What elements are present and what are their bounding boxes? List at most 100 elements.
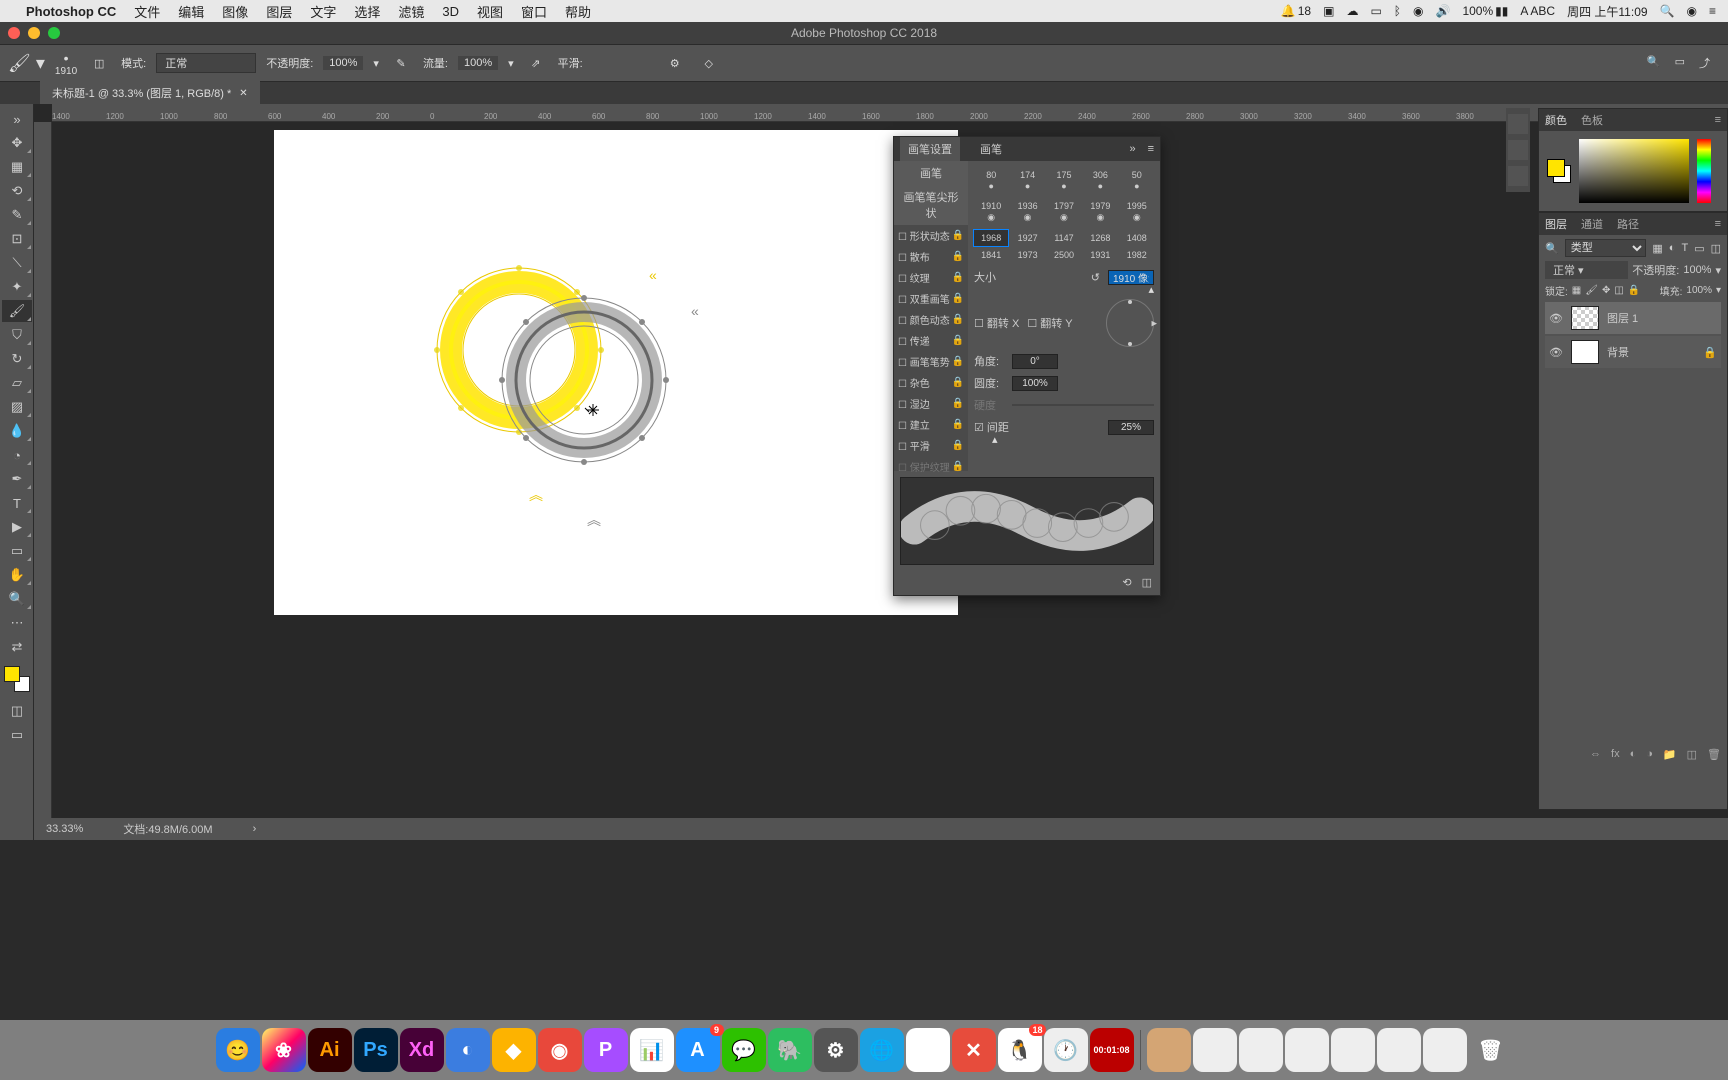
dock-recording[interactable]: 00:01:08: [1090, 1028, 1134, 1072]
dropbox-icon[interactable]: ▣: [1323, 4, 1334, 18]
opt-wet[interactable]: ☐ 湿边🔒: [894, 393, 968, 414]
crop-tool[interactable]: ⊡: [2, 228, 32, 250]
opt-texture[interactable]: ☐ 纹理🔒: [894, 267, 968, 288]
opt-pose[interactable]: ☐ 画笔笔势🔒: [894, 351, 968, 372]
channels-tab[interactable]: 通道: [1581, 216, 1603, 232]
dock-finder[interactable]: 😊: [216, 1028, 260, 1072]
dock-qq-browser[interactable]: ◐: [446, 1028, 490, 1072]
dock-purple-app[interactable]: P: [584, 1028, 628, 1072]
collapse-panel-icon[interactable]: »: [1129, 143, 1135, 155]
dock-file-3[interactable]: [1239, 1028, 1283, 1072]
move-tool[interactable]: ✥: [2, 132, 32, 154]
swap-colors-icon[interactable]: ⇄: [2, 636, 32, 658]
volume-icon[interactable]: 🔊: [1435, 4, 1450, 18]
flow-value[interactable]: 100%: [458, 56, 498, 70]
layer-blend-dropdown[interactable]: 正常 ▾: [1545, 261, 1628, 279]
menu-window[interactable]: 窗口: [521, 2, 547, 21]
collapsed-panel-2[interactable]: [1508, 140, 1528, 160]
color-field[interactable]: [1579, 139, 1689, 203]
datetime[interactable]: 周四 上午11:09: [1567, 3, 1647, 20]
opt-build[interactable]: ☐ 建立🔒: [894, 414, 968, 435]
horizontal-ruler[interactable]: 1400120010008006004002000200400600800100…: [52, 104, 1728, 122]
pressure-opacity-icon[interactable]: ✎: [389, 51, 413, 75]
menu-image[interactable]: 图像: [222, 2, 248, 21]
zoom-level[interactable]: 33.33%: [46, 823, 83, 835]
menu-type[interactable]: 文字: [310, 2, 336, 21]
lock-pixels-icon[interactable]: 🖌: [1585, 285, 1598, 296]
dock-clock[interactable]: 🕐: [1044, 1028, 1088, 1072]
history-brush-tool[interactable]: ↻: [2, 348, 32, 370]
layer-background[interactable]: 👁 背景 🔒: [1545, 336, 1721, 368]
paths-tab[interactable]: 路径: [1617, 216, 1639, 232]
input-source[interactable]: A ABC: [1520, 4, 1555, 18]
lasso-tool[interactable]: ⟲: [2, 180, 32, 202]
lock-artboard-icon[interactable]: ◫: [1614, 285, 1623, 296]
spot-heal-tool[interactable]: ✦: [2, 276, 32, 298]
spotlight-icon[interactable]: 🔍: [1660, 4, 1675, 18]
brush-tool[interactable]: 🖌: [2, 300, 32, 322]
dock-evernote[interactable]: 🐘: [768, 1028, 812, 1072]
menu-icon[interactable]: ≡: [1709, 4, 1716, 18]
flip-y-checkbox[interactable]: ☐ 翻转 Y: [1027, 315, 1072, 331]
menu-filter[interactable]: 滤镜: [398, 2, 424, 21]
dock-settings[interactable]: ⚙: [814, 1028, 858, 1072]
layer-filter-dropdown[interactable]: 类型: [1565, 239, 1647, 257]
new-preset-icon[interactable]: ◫: [1142, 576, 1152, 589]
brush-tip-header[interactable]: 画笔笔尖形状: [894, 185, 968, 225]
expand-toolbar-icon[interactable]: »: [2, 108, 32, 130]
opt-transfer[interactable]: ☐ 传递🔒: [894, 330, 968, 351]
angle-input[interactable]: [1012, 354, 1058, 369]
menu-view[interactable]: 视图: [477, 2, 503, 21]
clone-stamp-tool[interactable]: ⛉: [2, 324, 32, 346]
dock-chrome[interactable]: ◉: [906, 1028, 950, 1072]
reset-size-icon[interactable]: ↺: [1091, 271, 1100, 284]
menu-edit[interactable]: 编辑: [178, 2, 204, 21]
new-layer-icon[interactable]: ◫: [1687, 748, 1697, 761]
filter-shape-icon[interactable]: ▭: [1694, 242, 1704, 255]
vertical-ruler[interactable]: [34, 122, 52, 840]
angle-widget[interactable]: ▸: [1106, 299, 1154, 347]
color-tab[interactable]: 颜色: [1545, 112, 1567, 128]
status-chevron-icon[interactable]: ›: [253, 823, 257, 835]
opt-scatter[interactable]: ☐ 散布🔒: [894, 246, 968, 267]
eyedropper-tool[interactable]: ⟍: [2, 252, 32, 274]
color-swatches[interactable]: [4, 666, 30, 692]
tab-close-icon[interactable]: ✕: [239, 88, 247, 99]
color-swatch-pair[interactable]: [1547, 159, 1571, 183]
collapsed-panel-3[interactable]: [1508, 166, 1528, 186]
opt-color[interactable]: ☐ 颜色动态🔒: [894, 309, 968, 330]
layer-visibility-icon[interactable]: 👁: [1549, 346, 1563, 359]
menu-3d[interactable]: 3D: [442, 4, 459, 19]
layer-thumbnail[interactable]: [1571, 306, 1599, 330]
doc-size[interactable]: 文档:49.8M/6.00M: [123, 821, 212, 837]
share-icon[interactable]: ⤴: [1699, 55, 1710, 71]
brushes-tab[interactable]: 画笔: [972, 137, 1010, 161]
pressure-size-icon[interactable]: ◇: [697, 51, 721, 75]
color-panel-menu-icon[interactable]: ≡: [1715, 114, 1721, 126]
dock-red-app[interactable]: ◉: [538, 1028, 582, 1072]
battery-indicator[interactable]: 100% ▮▮: [1462, 4, 1508, 18]
shape-tool[interactable]: ▭: [2, 540, 32, 562]
type-tool[interactable]: T: [2, 492, 32, 514]
dock-photos[interactable]: ❀: [262, 1028, 306, 1072]
quick-select-tool[interactable]: ✎: [2, 204, 32, 226]
dock-file-2[interactable]: [1193, 1028, 1237, 1072]
size-input[interactable]: [1108, 270, 1154, 285]
link-icon[interactable]: ⟲: [1122, 576, 1131, 589]
blend-mode-dropdown[interactable]: 正常: [156, 53, 256, 73]
dock-edge[interactable]: 🌐: [860, 1028, 904, 1072]
dock-photoshop[interactable]: Ps: [354, 1028, 398, 1072]
menu-layer[interactable]: 图层: [266, 2, 292, 21]
lock-position-icon[interactable]: ✥: [1602, 285, 1610, 296]
roundness-input[interactable]: [1012, 376, 1058, 391]
minimize-window-button[interactable]: [28, 27, 40, 39]
filter-pixel-icon[interactable]: ▦: [1652, 242, 1662, 255]
blur-tool[interactable]: 💧: [2, 420, 32, 442]
dock-qq[interactable]: 🐧18: [998, 1028, 1042, 1072]
display-icon[interactable]: ▭: [1370, 4, 1381, 18]
filter-type-icon[interactable]: T: [1681, 242, 1688, 255]
brushes-header[interactable]: 画笔: [894, 161, 968, 185]
adjustment-layer-icon[interactable]: ◑: [1646, 748, 1653, 761]
brush-settings-toggle-icon[interactable]: ◫: [87, 51, 111, 75]
opt-smooth[interactable]: ☐ 平滑🔒: [894, 435, 968, 456]
